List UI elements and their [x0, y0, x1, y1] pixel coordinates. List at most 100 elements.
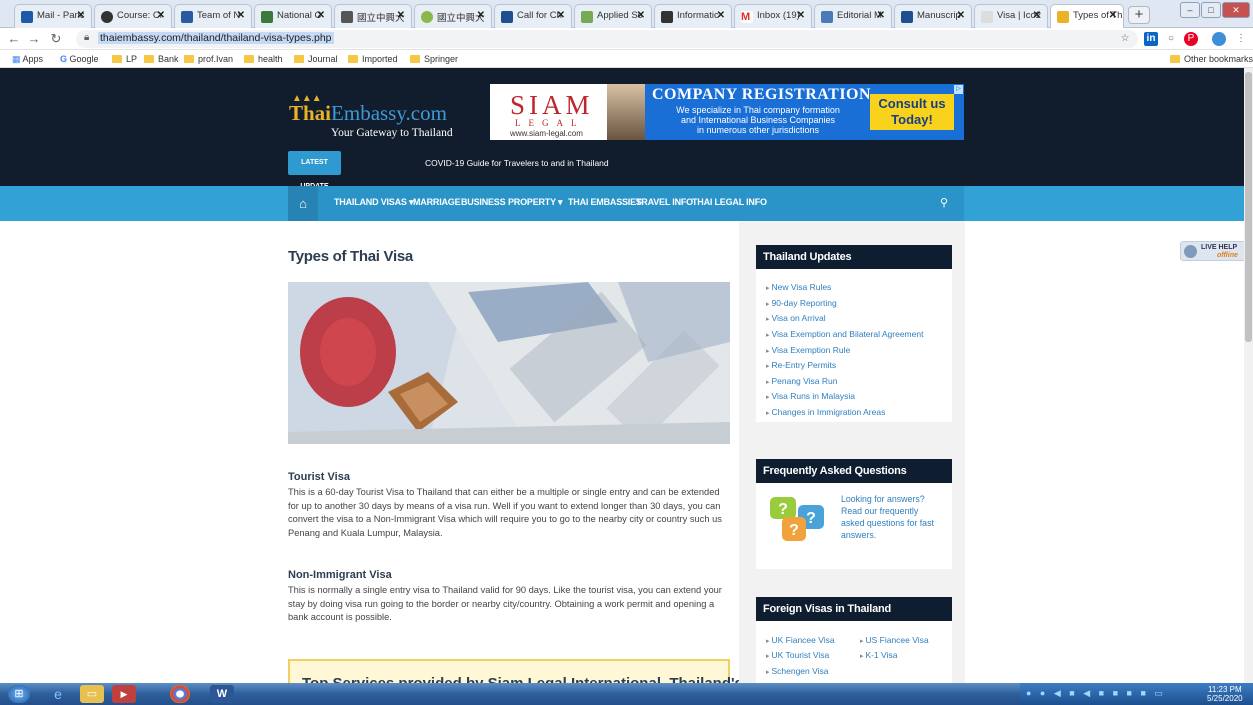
bookmark-google[interactable]: G Google: [60, 54, 99, 64]
chrome-icon[interactable]: [170, 685, 190, 703]
browser-tab[interactable]: Visa | Ico2 ✕: [974, 4, 1048, 28]
sidebar-link[interactable]: Visa Exemption Rule: [766, 345, 850, 355]
sidebar-link[interactable]: Visa on Arrival: [766, 313, 825, 323]
ad-cta-button[interactable]: Consult us Today!: [870, 94, 954, 130]
ad-banner[interactable]: SIAM LEGAL www.siam-legal.com COMPANY RE…: [490, 84, 964, 140]
forward-icon[interactable]: →: [26, 31, 42, 47]
tray-icons[interactable]: ● ● ◀ ■ ◀ ■ ■ ■ ■ ▭: [1026, 688, 1166, 699]
pinterest-icon[interactable]: P: [1184, 32, 1198, 46]
bookmark-health[interactable]: health: [244, 54, 283, 64]
close-tab-icon[interactable]: ✕: [397, 10, 405, 21]
close-tab-icon[interactable]: ✕: [637, 10, 645, 21]
close-tab-icon[interactable]: ✕: [1033, 10, 1041, 21]
media-player-icon[interactable]: ▶: [112, 685, 136, 703]
sidebar-link[interactable]: 90-day Reporting: [766, 298, 836, 308]
section-body: This is a 60-day Tourist Visa to Thailan…: [288, 487, 722, 538]
browser-tab[interactable]: 國立中興大 ✕: [334, 4, 412, 28]
site-logo[interactable]: ▲▲▲ ThaiEmbassy.com Your Gateway to Thai…: [289, 93, 469, 143]
url-text[interactable]: thaiembassy.com/thailand/thailand-visa-t…: [98, 32, 334, 44]
linkedin-icon[interactable]: in: [1144, 32, 1158, 46]
bookmark-apps[interactable]: ▦ Apps: [12, 54, 43, 65]
browser-tab[interactable]: 國立中興大 ✕: [414, 4, 492, 28]
nav-thai-legal-info[interactable]: THAI LEGAL INFO: [692, 197, 767, 207]
browser-tab[interactable]: M Inbox (19) ✕: [734, 4, 812, 28]
close-tab-icon[interactable]: ✕: [557, 10, 565, 21]
nav-thai-embassies[interactable]: THAI EMBASSIES: [568, 197, 642, 207]
browser-tab-active[interactable]: Types of Th ✕: [1050, 4, 1124, 29]
maximize-icon[interactable]: □: [1201, 2, 1221, 18]
sidebar: Thailand Updates New Visa Rules 90-day R…: [739, 221, 965, 683]
clock[interactable]: 11:23 PM 5/25/2020: [1207, 685, 1243, 703]
university-icon: [261, 11, 273, 23]
close-window-icon[interactable]: ✕: [1222, 2, 1250, 18]
faq-link[interactable]: Looking for answers? Read our frequently…: [841, 493, 941, 541]
close-tab-icon[interactable]: ✕: [797, 10, 805, 21]
browser-tab[interactable]: Call for Ch ✕: [494, 4, 572, 28]
adchoices-icon[interactable]: ▷: [954, 85, 963, 94]
windows-taskbar: ⊞ e ▭ ▶ W ● ● ◀ ■ ◀ ■ ■ ■ ■ ▭ 11:23 PM 5/…: [0, 683, 1253, 705]
sidebar-link[interactable]: Penang Visa Run: [766, 376, 837, 386]
bookmark-lp[interactable]: LP: [112, 54, 137, 64]
menu-icon[interactable]: ⋮: [1234, 32, 1248, 46]
ie-icon[interactable]: e: [46, 685, 70, 703]
back-icon[interactable]: ←: [6, 31, 22, 47]
bookmark-bank[interactable]: Bank: [144, 54, 179, 64]
page-title: Types of Thai Visa: [288, 248, 413, 265]
close-tab-icon[interactable]: ✕: [1109, 10, 1117, 21]
close-tab-icon[interactable]: ✕: [477, 10, 485, 21]
close-tab-icon[interactable]: ✕: [877, 10, 885, 21]
sidebar-link[interactable]: UK Fiancee Visa: [766, 635, 834, 645]
nav-property[interactable]: PROPERTY ▾: [508, 197, 563, 208]
sidebar-link[interactable]: K-1 Visa: [860, 650, 897, 660]
sidebar-link[interactable]: Schengen Visa: [766, 666, 828, 676]
question-bubbles-icon[interactable]: ? ? ?: [768, 495, 830, 547]
browser-tab[interactable]: Team of N ✕: [174, 4, 252, 28]
lock-icon[interactable]: 🔒︎: [84, 32, 89, 43]
search-icon[interactable]: ⚲: [940, 196, 948, 209]
sidebar-link[interactable]: Visa Runs in Malaysia: [766, 391, 854, 401]
minimize-icon[interactable]: –: [1180, 2, 1200, 18]
browser-tab[interactable]: Applied Sc ✕: [574, 4, 652, 28]
sidebar-link[interactable]: Changes in Immigration Areas: [766, 407, 885, 417]
explorer-icon[interactable]: ▭: [80, 685, 104, 703]
browser-tab[interactable]: Editorial M ✕: [814, 4, 892, 28]
browser-tab[interactable]: Course: Cr ✕: [94, 4, 172, 28]
bookmark-prof-ivan[interactable]: prof.Ivan: [184, 54, 233, 64]
logo-rest-text: Embassy.com: [331, 101, 447, 125]
profile-avatar[interactable]: [1212, 32, 1226, 46]
browser-tab[interactable]: National C ✕: [254, 4, 332, 28]
nav-travel-info[interactable]: TRAVEL INFO: [636, 197, 693, 207]
browser-tab[interactable]: Manuscrip ✕: [894, 4, 972, 28]
extension-icon[interactable]: ○: [1164, 32, 1178, 46]
nav-marriage[interactable]: MARRIAGE: [413, 197, 461, 207]
close-tab-icon[interactable]: ✕: [717, 10, 725, 21]
sidebar-link[interactable]: New Visa Rules: [766, 282, 831, 292]
sidebar-link[interactable]: UK Tourist Visa: [766, 650, 829, 660]
browser-tab[interactable]: Informatic ✕: [654, 4, 732, 28]
close-tab-icon[interactable]: ✕: [157, 10, 165, 21]
star-icon[interactable]: ☆: [1118, 32, 1132, 46]
word-icon[interactable]: W: [210, 685, 234, 703]
new-tab-button[interactable]: +: [1128, 6, 1150, 24]
bookmark-journal[interactable]: Journal: [294, 54, 338, 64]
bookmark-springer[interactable]: Springer: [410, 54, 458, 64]
close-tab-icon[interactable]: ✕: [317, 10, 325, 21]
close-tab-icon[interactable]: ✕: [957, 10, 965, 21]
widget-title: Frequently Asked Questions: [756, 459, 952, 483]
live-help-button[interactable]: LIVE HELP offline: [1180, 241, 1246, 261]
close-tab-icon[interactable]: ✕: [237, 10, 245, 21]
browser-tab[interactable]: Mail - Paric ✕: [14, 4, 92, 28]
bookmark-other[interactable]: Other bookmarks: [1170, 54, 1253, 64]
bookmark-imported[interactable]: Imported: [348, 54, 398, 64]
sidebar-link[interactable]: US Fiancee Visa: [860, 635, 928, 645]
latest-update-link[interactable]: COVID-19 Guide for Travelers to and in T…: [425, 158, 609, 168]
start-button-icon[interactable]: ⊞: [8, 685, 30, 703]
nav-business[interactable]: BUSINESS: [461, 197, 506, 207]
sidebar-link[interactable]: Re-Entry Permits: [766, 360, 836, 370]
nav-thailand-visas[interactable]: THAILAND VISAS ▾: [334, 197, 414, 208]
close-tab-icon[interactable]: ✕: [77, 10, 85, 21]
reload-icon[interactable]: ↻: [48, 31, 64, 47]
sidebar-link[interactable]: Visa Exemption and Bilateral Agreement: [766, 329, 923, 339]
home-icon[interactable]: ⌂: [288, 186, 318, 221]
scrollbar-thumb[interactable]: [1245, 72, 1252, 342]
